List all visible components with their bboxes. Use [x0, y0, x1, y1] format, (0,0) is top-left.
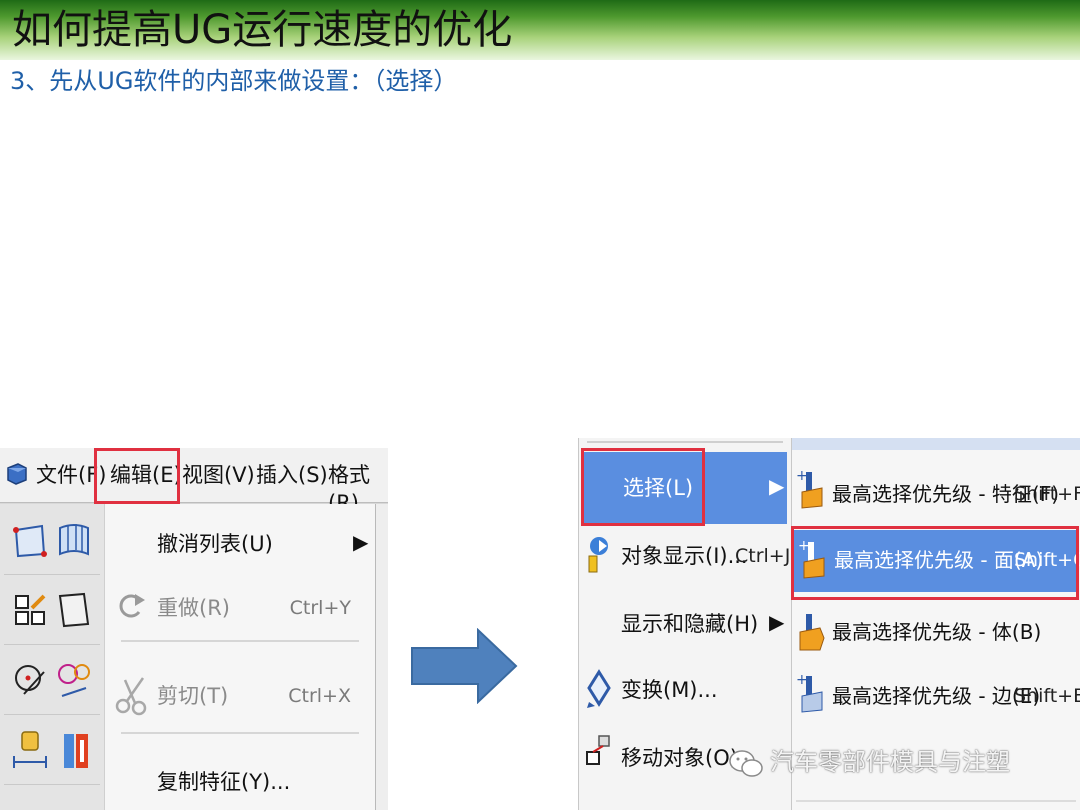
highlight-box-priority-face	[791, 526, 1079, 600]
menu-view[interactable]: 视图(V)	[182, 461, 255, 489]
menu-item-copy-feature[interactable]: 复制特征(Y)...	[157, 768, 290, 796]
menu-item-undo-list[interactable]: 撤消列表(U)	[157, 530, 273, 558]
redo-icon	[119, 594, 145, 618]
edit-dropdown-menu: 撤消列表(U) ▶ 重做(R) Ctrl+Y 剪切(T) Ctrl+X 复制特征…	[104, 504, 376, 810]
ug-edit-menu-screenshot: 文件(F) 编辑(E) 视图(V) 插入(S) 格式(R) 撤消列表(U) ▶ …	[0, 448, 388, 810]
toolbar-row	[4, 508, 100, 575]
submenu-arrow-icon: ▶	[769, 474, 785, 498]
constraint-icon[interactable]	[54, 658, 94, 704]
priority-body-icon	[799, 614, 825, 651]
surface-mesh-icon[interactable]	[54, 518, 94, 564]
menu-item-priority-edge[interactable]: 最高选择优先级 - 边(E)	[832, 682, 1040, 710]
dimension-icon[interactable]	[10, 728, 50, 774]
circle-point-icon[interactable]	[10, 658, 50, 704]
menu-separator	[587, 441, 783, 443]
menu-bar: 文件(F) 编辑(E) 视图(V) 插入(S) 格式(R)	[0, 448, 388, 515]
watermark: 汽车零部件模具与注塑	[728, 744, 1068, 784]
menu-item-transform[interactable]: 变换(M)...	[621, 676, 718, 704]
right-arrow-icon	[411, 628, 518, 704]
shortcut-priority-feature: Shift+F	[1014, 483, 1080, 505]
submenu-top-edge	[792, 438, 1080, 450]
cut-scissors-icon	[115, 677, 147, 716]
vertical-constraint-icon[interactable]	[54, 728, 94, 774]
plane-icon[interactable]	[54, 588, 94, 634]
menu-insert[interactable]: 插入(S)	[256, 461, 328, 489]
toolbar-row	[4, 648, 100, 715]
shortcut-object-display: Ctrl+J	[735, 545, 791, 567]
sketch-rectangle-icon[interactable]	[10, 518, 50, 564]
slide-title: 如何提高UG运行速度的优化	[12, 7, 513, 53]
wechat-icon	[729, 750, 763, 777]
shortcut-redo: Ctrl+Y	[289, 597, 351, 619]
highlight-box-edit-menu	[94, 448, 180, 504]
menu-item-object-display[interactable]: 对象显示(I)...	[621, 542, 748, 570]
priority-feature-icon: +	[796, 468, 823, 509]
svg-text:+: +	[796, 672, 808, 688]
shortcut-cut: Ctrl+X	[288, 685, 351, 707]
shortcut-priority-edge: Shift+E	[1014, 685, 1080, 707]
menu-item-cut[interactable]: 剪切(T)	[157, 682, 228, 710]
layout-grid-icon[interactable]	[10, 588, 50, 634]
toolbar-icon-column	[0, 504, 104, 810]
submenu-arrow-icon: ▶	[353, 530, 369, 554]
transform-icon	[587, 669, 611, 708]
svg-text:+: +	[796, 468, 808, 484]
canvas-edge	[376, 504, 388, 810]
menu-item-priority-body[interactable]: 最高选择优先级 - 体(B)	[832, 618, 1041, 646]
menu-separator	[121, 732, 359, 734]
menu-item-redo[interactable]: 重做(R)	[157, 594, 230, 622]
object-display-icon	[588, 537, 608, 573]
app-logo-icon	[7, 463, 27, 485]
submenu-arrow-icon: ▶	[769, 610, 785, 634]
menu-item-show-hide[interactable]: 显示和隐藏(H)	[621, 610, 758, 638]
toolbar-row	[4, 578, 100, 645]
menu-separator	[121, 640, 359, 642]
slide-subtitle: 3、先从UG软件的内部来做设置：（选择）	[10, 67, 458, 95]
priority-edge-icon: +	[796, 672, 823, 713]
toolbar-row	[4, 718, 100, 785]
highlight-box-select	[581, 448, 705, 526]
watermark-text: 汽车零部件模具与注塑	[770, 748, 1010, 776]
move-object-icon	[586, 735, 610, 765]
menu-separator	[796, 800, 1076, 802]
